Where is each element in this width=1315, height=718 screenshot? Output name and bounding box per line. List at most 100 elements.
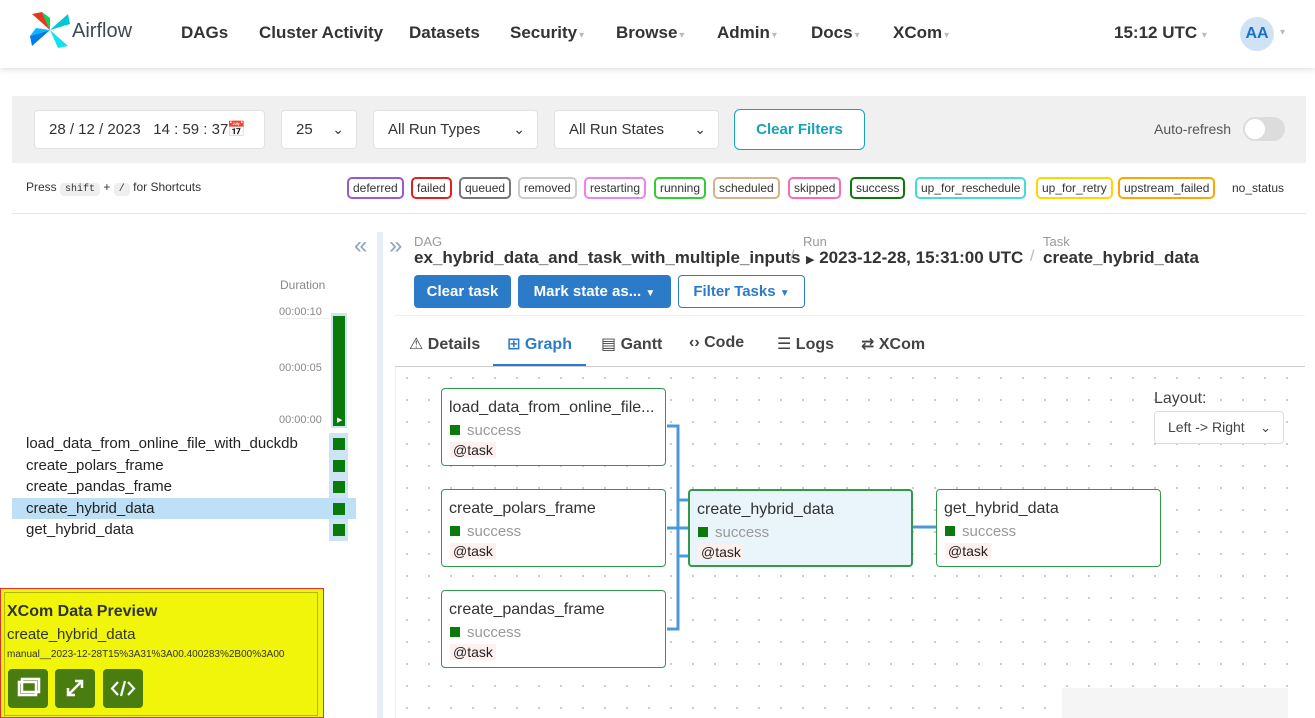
node-operator-tag: @task bbox=[945, 543, 991, 559]
xcom-window-button[interactable] bbox=[8, 669, 48, 708]
nav-admin[interactable]: Admin ▾ bbox=[717, 23, 777, 43]
node-name: create_pandas_frame bbox=[449, 601, 605, 618]
tab-details[interactable]: ⚠ Details bbox=[409, 334, 480, 354]
filter-bar: 28 / 12 / 2023 14 : 59 : 37 📅 25 ⌄ All R… bbox=[12, 96, 1306, 163]
breadcrumb-run-value: 2023-12-28, 15:31:00 UTC bbox=[819, 248, 1024, 267]
filter-tasks-button[interactable]: Filter Tasks ▼ bbox=[678, 275, 805, 308]
node-state: success bbox=[962, 523, 1017, 540]
xcom-code-button[interactable] bbox=[103, 669, 143, 708]
collapse-grid-icon[interactable]: « bbox=[354, 232, 367, 260]
task-instance-square[interactable] bbox=[333, 524, 345, 536]
caret-down-icon[interactable]: ▾ bbox=[1280, 27, 1285, 38]
gantt-icon: ▤ bbox=[601, 336, 617, 353]
task-instance-square[interactable] bbox=[333, 481, 345, 493]
task-instance-square[interactable] bbox=[333, 438, 345, 450]
nav-dags[interactable]: DAGs bbox=[181, 23, 228, 43]
utc-clock[interactable]: 15:12 UTC ▾ bbox=[1114, 23, 1207, 43]
clear-task-button[interactable]: Clear task bbox=[414, 275, 511, 308]
state-square-icon bbox=[450, 627, 460, 637]
breadcrumb-run[interactable]: ▶ 2023-12-28, 15:31:00 UTC bbox=[806, 248, 1023, 268]
legend-removed[interactable]: removed bbox=[518, 177, 577, 199]
shift-key: shift bbox=[60, 183, 101, 196]
breadcrumb-dag[interactable]: ex_hybrid_data_and_task_with_multiple_in… bbox=[414, 248, 800, 268]
brand-name[interactable]: Airflow bbox=[72, 20, 132, 43]
tab-graph-label: Graph bbox=[524, 336, 572, 353]
xcom-data-preview: XCom Data Preview create_hybrid_data man… bbox=[0, 588, 324, 718]
node-operator-tag: @task bbox=[450, 442, 496, 458]
shortcuts-hint: Press shift + / for Shortcuts bbox=[26, 180, 201, 196]
state-square-icon bbox=[450, 425, 460, 435]
xcom-expand-button[interactable] bbox=[55, 669, 95, 708]
legend-no-status[interactable]: no_status bbox=[1226, 177, 1291, 199]
state-square-icon bbox=[450, 526, 460, 536]
graph-node[interactable]: load_data_from_online_file... success @tas… bbox=[441, 388, 666, 466]
panel-resize-handle[interactable] bbox=[377, 232, 383, 718]
divider bbox=[395, 315, 1305, 316]
legend-success[interactable]: success bbox=[850, 177, 906, 199]
legend-up-for-reschedule[interactable]: up_for_reschedule bbox=[915, 177, 1027, 199]
nav-docs[interactable]: Docs ▾ bbox=[811, 23, 860, 43]
legend-running[interactable]: running bbox=[654, 177, 707, 199]
graph-node[interactable]: get_hybrid_data success @task bbox=[936, 489, 1161, 567]
duration-tick: 00:00:05 bbox=[279, 362, 322, 374]
expand-details-icon[interactable]: » bbox=[389, 232, 402, 260]
legend-deferred[interactable]: deferred bbox=[347, 177, 404, 199]
tab-graph[interactable]: ⊞ Graph bbox=[507, 334, 572, 354]
task-row[interactable]: create_hybrid_data bbox=[12, 498, 356, 519]
graph-node[interactable]: create_polars_frame success @task bbox=[441, 489, 666, 567]
time-value: 14 : 59 : 37 bbox=[153, 121, 229, 138]
slash-key: / bbox=[113, 183, 130, 196]
nav-cluster-activity[interactable]: Cluster Activity bbox=[259, 23, 383, 43]
task-instance-square[interactable] bbox=[333, 460, 345, 472]
tab-code[interactable]: ‹› Code bbox=[689, 334, 744, 352]
graph-minimap[interactable] bbox=[1062, 688, 1288, 718]
run-states-select[interactable]: All Run States ⌄ bbox=[554, 110, 719, 149]
nav-security[interactable]: Security ▾ bbox=[510, 23, 584, 43]
graph-node[interactable]: create_hybrid_data success @task bbox=[688, 489, 913, 567]
xcom-preview-task: create_hybrid_data bbox=[7, 626, 136, 643]
legend-queued[interactable]: queued bbox=[459, 177, 512, 199]
duration-tick: 00:00:10 bbox=[279, 306, 322, 318]
task-row[interactable]: create_polars_frame bbox=[12, 455, 356, 476]
legend-restarting[interactable]: restarting bbox=[584, 177, 647, 199]
node-name: create_hybrid_data bbox=[697, 501, 834, 518]
user-avatar[interactable]: AA bbox=[1240, 17, 1274, 51]
base-date-input[interactable]: 28 / 12 / 2023 14 : 59 : 37 📅 bbox=[34, 110, 265, 149]
run-duration-bar[interactable] bbox=[333, 316, 345, 426]
graph-node[interactable]: create_pandas_frame success @task bbox=[441, 590, 666, 668]
clear-filters-button[interactable]: Clear Filters bbox=[734, 109, 865, 150]
legend-upstream-failed[interactable]: upstream_failed bbox=[1118, 177, 1216, 199]
legend-up-for-retry[interactable]: up_for_retry bbox=[1036, 177, 1113, 199]
task-instance-square[interactable] bbox=[333, 503, 345, 515]
layout-select[interactable]: Left -> Right ⌄ bbox=[1154, 411, 1284, 444]
task-row[interactable]: load_data_from_online_file_with_duckdb bbox=[12, 433, 356, 454]
num-runs-select[interactable]: 25 ⌄ bbox=[281, 110, 357, 149]
mark-state-button[interactable]: Mark state as... ▼ bbox=[518, 275, 671, 308]
task-row[interactable]: create_pandas_frame bbox=[12, 476, 356, 497]
clock-label: 15:12 UTC bbox=[1114, 23, 1198, 42]
breadcrumb-run-label: Run bbox=[803, 234, 827, 249]
airflow-logo-icon[interactable] bbox=[28, 10, 72, 50]
legend-scheduled[interactable]: scheduled bbox=[713, 177, 780, 199]
list-icon: ☰ bbox=[777, 336, 792, 353]
breadcrumb-separator: / bbox=[1030, 248, 1035, 265]
tab-xcom[interactable]: ⇄ XCom bbox=[861, 334, 925, 354]
nav-browse[interactable]: Browse ▾ bbox=[616, 23, 684, 43]
xcom-preview-title: XCom Data Preview bbox=[7, 603, 158, 620]
legend-failed[interactable]: failed bbox=[411, 177, 452, 199]
tab-gantt[interactable]: ▤ Gantt bbox=[601, 334, 662, 354]
nav-datasets[interactable]: Datasets bbox=[409, 23, 480, 43]
caret-down-icon: ▾ bbox=[944, 30, 950, 41]
nav-browse-label: Browse bbox=[616, 23, 678, 42]
calendar-icon[interactable]: 📅 bbox=[227, 111, 246, 148]
task-row[interactable]: get_hybrid_data bbox=[12, 519, 356, 540]
legend-skipped[interactable]: skipped bbox=[788, 177, 842, 199]
auto-refresh-toggle[interactable] bbox=[1243, 117, 1285, 141]
divider bbox=[12, 213, 1306, 214]
nav-xcom[interactable]: XCom ▾ bbox=[893, 23, 949, 43]
tab-logs[interactable]: ☰ Logs bbox=[777, 334, 834, 354]
breadcrumb-separator: / bbox=[790, 248, 795, 265]
breadcrumb-task[interactable]: create_hybrid_data bbox=[1043, 248, 1199, 268]
tick-line bbox=[279, 318, 329, 319]
run-types-select[interactable]: All Run Types ⌄ bbox=[373, 110, 538, 149]
